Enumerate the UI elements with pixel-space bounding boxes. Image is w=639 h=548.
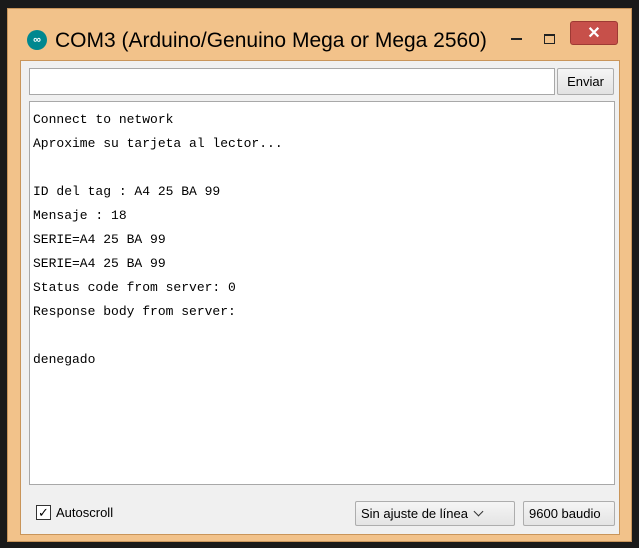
autoscroll-control[interactable]: ✓ Autoscroll [36,505,113,520]
minimize-button[interactable] [501,28,531,50]
output-line: Status code from server: 0 [33,280,236,295]
line-ending-select[interactable]: Sin ajuste de línea [355,501,515,526]
close-button[interactable]: ✕ [570,21,618,45]
autoscroll-label: Autoscroll [56,505,114,520]
bottom-bar: ✓ Autoscroll Sin ajuste de línea 9600 ba… [21,491,619,535]
output-line: SERIE=A4 25 BA 99 [33,256,166,271]
output-line: Mensaje : 18 [33,208,127,223]
minimize-icon [510,38,522,40]
title-bar[interactable]: ∞ COM3 (Arduino/Genuino Mega or Mega 256… [8,9,631,60]
serial-monitor-window: ∞ COM3 (Arduino/Genuino Mega or Mega 256… [7,8,632,542]
output-line: Connect to network [33,112,174,127]
maximize-button[interactable] [534,28,564,50]
baud-rate-select[interactable]: 9600 baudio [523,501,615,526]
maximize-icon [543,34,555,44]
chevron-down-icon [473,506,484,517]
baud-rate-value: 9600 baudio [529,506,601,521]
send-input[interactable] [29,68,555,95]
output-line: Aproxime su tarjeta al lector... [33,136,283,151]
output-line: ID del tag : A4 25 BA 99 [33,184,221,199]
output-line: SERIE=A4 25 BA 99 [33,232,166,247]
output-line: Response body from server: [33,304,236,319]
window-title: COM3 (Arduino/Genuino Mega or Mega 2560) [55,29,487,52]
autoscroll-checkbox[interactable]: ✓ [36,505,51,520]
serial-output[interactable]: Connect to network Aproxime su tarjeta al… [29,101,615,485]
close-icon: ✕ [587,25,601,42]
arduino-icon: ∞ [27,30,47,50]
send-button[interactable]: Enviar [557,68,614,95]
output-line: denegado [33,352,96,367]
serial-monitor-body: Enviar Connect to network Aproxime su tar… [20,60,620,535]
line-ending-value: Sin ajuste de línea [361,506,468,521]
